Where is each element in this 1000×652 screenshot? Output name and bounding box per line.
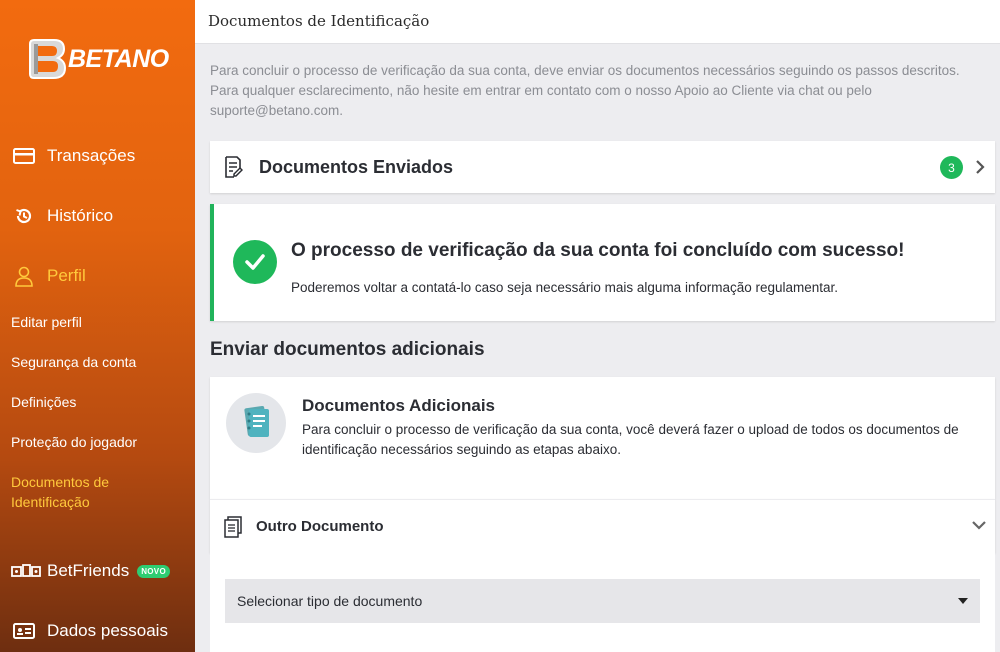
document-type-select-value: Selecionar tipo de documento — [237, 593, 423, 609]
caret-down-icon — [958, 598, 968, 604]
intro-text: Para concluir o processo de verificação … — [210, 63, 960, 118]
sidebar-item-dados-pessoais[interactable]: Dados pessoais — [0, 611, 195, 651]
user-icon — [11, 265, 37, 287]
sidebar-subitem-protecao[interactable]: Proteção do jogador — [11, 432, 137, 452]
sidebar-item-historico[interactable]: Histórico — [0, 196, 195, 236]
sidebar-item-perfil[interactable]: Perfil — [0, 256, 195, 296]
sent-documents-count: 3 — [940, 156, 963, 179]
history-icon — [11, 205, 37, 227]
sidebar-item-label: Histórico — [47, 206, 114, 225]
credit-card-icon — [11, 145, 37, 167]
sidebar-item-label: Transações — [47, 146, 136, 165]
additional-documents-card: Documentos Adicionais Para concluir o pr… — [210, 377, 995, 499]
sidebar-subitem-seguranca[interactable]: Segurança da conta — [11, 352, 136, 372]
verification-success-card: O processo de verificação da sua conta f… — [210, 204, 995, 321]
sidebar-subitem-editar-perfil[interactable]: Editar perfil — [11, 312, 82, 332]
document-edit-icon — [225, 156, 243, 178]
sidebar: BETANO Transações Histórico Perfil Edita… — [0, 0, 195, 652]
notebook-icon — [226, 393, 286, 453]
sent-documents-card[interactable]: Documentos Enviados 3 — [210, 141, 995, 193]
verification-title: O processo de verificação da sua conta f… — [291, 240, 905, 261]
sidebar-item-transacoes[interactable]: Transações — [0, 136, 195, 176]
verification-text: Poderemos voltar a contatá-lo caso seja … — [291, 280, 839, 295]
chevron-down-icon — [972, 521, 986, 530]
sidebar-item-label: Dados pessoais — [47, 621, 168, 640]
sidebar-item-label: Perfil — [47, 266, 86, 285]
sidebar-subitem-documentos[interactable]: Documentos de Identificação — [11, 472, 131, 512]
sidebar-item-label: BetFriends — [47, 561, 130, 580]
betano-logo-icon — [29, 39, 66, 79]
sidebar-item-betfriends[interactable]: BetFriends NOVO — [0, 551, 195, 591]
document-type-select[interactable]: Selecionar tipo de documento — [225, 579, 980, 623]
logo-text: BETANO — [68, 44, 169, 73]
other-document-label: Outro Documento — [256, 518, 384, 535]
additional-documents-text: Para concluir o processo de verificação … — [302, 422, 959, 457]
additional-section-title: Enviar documentos adicionais — [210, 339, 485, 360]
check-icon — [233, 240, 277, 284]
page-title: Documentos de Identificação — [208, 12, 430, 30]
betfriends-icon — [11, 560, 41, 582]
other-document-accordion[interactable]: Outro Documento — [210, 499, 995, 553]
sent-documents-label: Documentos Enviados — [259, 156, 454, 177]
new-badge: NOVO — [137, 564, 170, 578]
sidebar-subitem-definicoes[interactable]: Definições — [11, 392, 76, 412]
additional-documents-title: Documentos Adicionais — [302, 396, 496, 415]
chevron-right-icon — [976, 160, 985, 174]
betano-logo[interactable]: BETANO — [28, 36, 169, 82]
documents-icon — [224, 515, 242, 538]
document-type-panel: Selecionar tipo de documento — [210, 553, 995, 652]
page-header: Documentos de Identificação — [195, 0, 1000, 44]
id-card-icon — [11, 620, 37, 642]
